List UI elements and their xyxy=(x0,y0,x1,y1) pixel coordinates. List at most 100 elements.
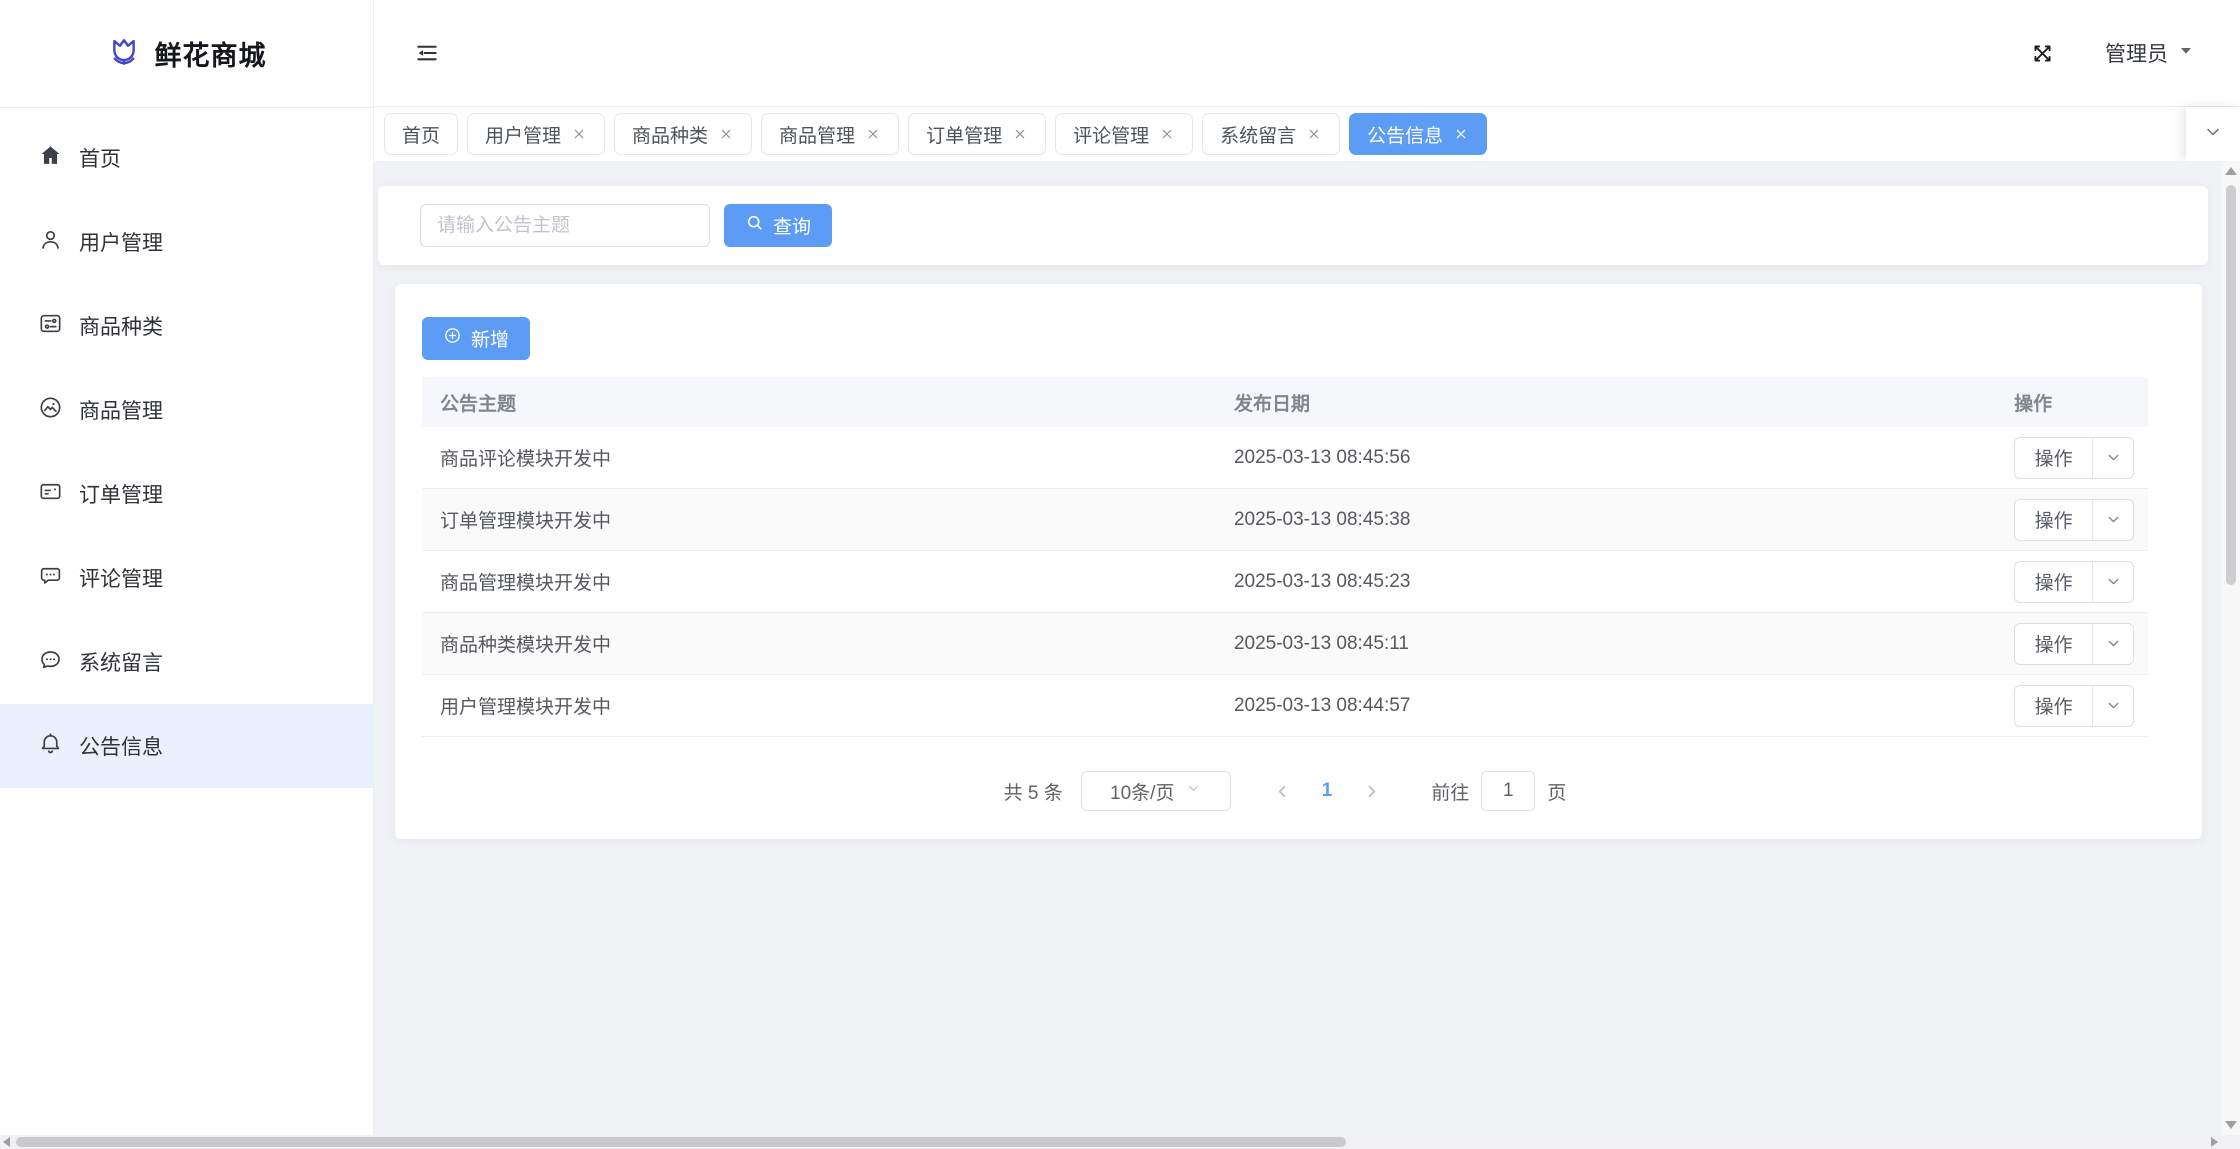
tab-comments[interactable]: 评论管理 xyxy=(1055,113,1193,155)
tab-close-icon[interactable] xyxy=(1159,126,1175,142)
table-row: 商品种类模块开发中 2025-03-13 08:45:11 操作 xyxy=(422,613,2148,675)
sidebar-item-goods[interactable]: 商品管理 xyxy=(0,368,373,452)
cell-date: 2025-03-13 08:45:11 xyxy=(1216,613,1996,675)
sidebar-item-categories[interactable]: 商品种类 xyxy=(0,284,373,368)
tab-close-icon[interactable] xyxy=(1306,126,1322,142)
tab-orders[interactable]: 订单管理 xyxy=(908,113,1046,155)
tab-close-icon[interactable] xyxy=(865,126,881,142)
tabbar: 首页 用户管理 商品种类 商品管理 订单管理 评论管理 xyxy=(374,107,2240,161)
tab-messages[interactable]: 系统留言 xyxy=(1202,113,1340,155)
tab-announcements[interactable]: 公告信息 xyxy=(1349,113,1487,155)
sidebar-item-home[interactable]: 首页 xyxy=(0,116,373,200)
sidebar-item-users[interactable]: 用户管理 xyxy=(0,200,373,284)
tab-label: 公告信息 xyxy=(1367,121,1443,148)
tab-close-icon[interactable] xyxy=(1012,126,1028,142)
content-area: 查询 新增 公告主题 发布日期 操作 xyxy=(374,161,2240,1135)
action-label: 操作 xyxy=(2015,444,2092,471)
search-input[interactable] xyxy=(420,204,710,247)
next-page-button[interactable] xyxy=(1348,782,1395,801)
table-row: 用户管理模块开发中 2025-03-13 08:44:57 操作 xyxy=(422,675,2148,737)
vertical-scrollbar-thumb[interactable] xyxy=(2226,185,2236,585)
tab-label: 用户管理 xyxy=(485,121,561,148)
sidebar-item-label: 订单管理 xyxy=(79,479,163,509)
table-row: 订单管理模块开发中 2025-03-13 08:45:38 操作 xyxy=(422,489,2148,551)
pagination: 共 5 条 10条/页 1 前往 xyxy=(422,771,2148,811)
tab-goods[interactable]: 商品管理 xyxy=(761,113,899,155)
row-action-button[interactable]: 操作 xyxy=(2014,685,2134,727)
pagination-total: 共 5 条 xyxy=(1004,778,1063,805)
tab-home[interactable]: 首页 xyxy=(384,113,458,155)
bell-icon xyxy=(38,731,63,762)
tab-label: 评论管理 xyxy=(1073,121,1149,148)
app-title: 鲜花商城 xyxy=(155,34,267,73)
cell-subject: 商品管理模块开发中 xyxy=(422,551,1216,613)
chevron-down-icon[interactable] xyxy=(2093,511,2133,528)
fullscreen-button[interactable] xyxy=(2030,41,2055,66)
vertical-scrollbar[interactable] xyxy=(2222,161,2240,1135)
user-icon xyxy=(38,227,63,258)
sidebar-item-comments[interactable]: 评论管理 xyxy=(0,536,373,620)
sidebar-item-label: 用户管理 xyxy=(79,227,163,257)
tab-categories[interactable]: 商品种类 xyxy=(614,113,752,155)
user-menu[interactable]: 管理员 xyxy=(2105,38,2194,68)
sidebar-item-messages[interactable]: 系统留言 xyxy=(0,620,373,704)
category-icon xyxy=(38,311,63,342)
scroll-down-arrow[interactable] xyxy=(2225,1121,2237,1129)
row-action-button[interactable]: 操作 xyxy=(2014,561,2134,603)
sidebar-collapse-button[interactable] xyxy=(414,40,440,66)
goto-page-input[interactable] xyxy=(1481,771,1535,811)
cell-subject: 用户管理模块开发中 xyxy=(422,675,1216,737)
announcement-panel: 新增 公告主题 发布日期 操作 商品评论模块开发中 20 xyxy=(395,284,2202,839)
page-size-select[interactable]: 10条/页 xyxy=(1081,771,1231,811)
chevron-down-icon[interactable] xyxy=(2093,573,2133,590)
cell-subject: 商品评论模块开发中 xyxy=(422,427,1216,489)
chevron-down-icon[interactable] xyxy=(2093,697,2133,714)
table-header-row: 公告主题 发布日期 操作 xyxy=(422,377,2148,427)
sidebar-item-label: 商品种类 xyxy=(79,311,163,341)
cell-action: 操作 xyxy=(1996,489,2148,551)
cell-date: 2025-03-13 08:45:56 xyxy=(1216,427,1996,489)
tab-label: 系统留言 xyxy=(1220,121,1296,148)
prev-page-button[interactable] xyxy=(1259,782,1306,801)
add-button-label: 新增 xyxy=(471,325,509,352)
username: 管理员 xyxy=(2105,38,2168,68)
sidebar-item-orders[interactable]: 订单管理 xyxy=(0,452,373,536)
app-root: 鲜花商城 首页 用户管理 商品种类 xyxy=(0,0,2240,1135)
sidebar-nav: 首页 用户管理 商品种类 商品管理 xyxy=(0,108,373,788)
tab-close-icon[interactable] xyxy=(1453,126,1469,142)
goto-label: 前往 xyxy=(1431,778,1469,805)
chevron-down-icon xyxy=(1186,780,1201,802)
tab-close-icon[interactable] xyxy=(571,126,587,142)
search-button-label: 查询 xyxy=(773,212,811,239)
sidebar-item-announcements[interactable]: 公告信息 xyxy=(0,704,373,788)
row-action-button[interactable]: 操作 xyxy=(2014,623,2134,665)
action-label: 操作 xyxy=(2015,568,2092,595)
page-number-1[interactable]: 1 xyxy=(1306,780,1349,802)
chevron-down-icon[interactable] xyxy=(2093,635,2133,652)
row-action-button[interactable]: 操作 xyxy=(2014,499,2134,541)
column-header-action: 操作 xyxy=(1996,377,2148,427)
scroll-right-arrow[interactable] xyxy=(2211,1137,2218,1147)
home-icon xyxy=(38,143,63,174)
sidebar: 鲜花商城 首页 用户管理 商品种类 xyxy=(0,0,374,1135)
tab-close-icon[interactable] xyxy=(718,126,734,142)
scroll-left-arrow[interactable] xyxy=(3,1137,10,1147)
search-button[interactable]: 查询 xyxy=(724,204,832,247)
main-area: 管理员 首页 用户管理 商品种类 商品管理 xyxy=(374,0,2240,1135)
sidebar-item-label: 公告信息 xyxy=(79,731,163,761)
add-button[interactable]: 新增 xyxy=(422,317,530,360)
horizontal-scrollbar[interactable] xyxy=(0,1135,2240,1149)
horizontal-scrollbar-thumb[interactable] xyxy=(16,1137,1346,1147)
column-header-date: 发布日期 xyxy=(1216,377,1996,427)
page-suffix-label: 页 xyxy=(1547,778,1566,805)
plus-circle-icon xyxy=(443,326,462,351)
chevron-down-icon[interactable] xyxy=(2093,449,2133,466)
tulip-logo-icon xyxy=(107,34,141,73)
row-action-button[interactable]: 操作 xyxy=(2014,437,2134,479)
cell-action: 操作 xyxy=(1996,675,2148,737)
sidebar-item-label: 评论管理 xyxy=(79,563,163,593)
tabs-overflow-button[interactable] xyxy=(2186,107,2240,161)
scroll-up-arrow[interactable] xyxy=(2225,167,2237,175)
tab-label: 商品管理 xyxy=(779,121,855,148)
tab-users[interactable]: 用户管理 xyxy=(467,113,605,155)
